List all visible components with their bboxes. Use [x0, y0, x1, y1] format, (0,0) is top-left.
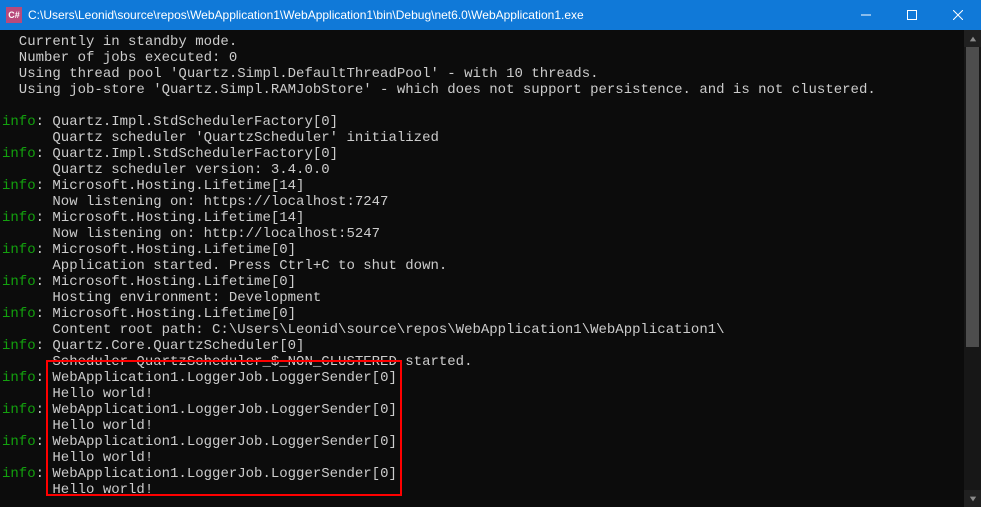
console-line: Using thread pool 'Quartz.Simpl.DefaultT…: [2, 66, 981, 82]
console-line: info: WebApplication1.LoggerJob.LoggerSe…: [2, 402, 981, 418]
window-titlebar: C# C:\Users\Leonid\source\repos\WebAppli…: [0, 0, 981, 30]
console-line: info: Microsoft.Hosting.Lifetime[0]: [2, 274, 981, 290]
console-line: Hello world!: [2, 450, 981, 466]
console-line: Hosting environment: Development: [2, 290, 981, 306]
window-controls: [843, 0, 981, 30]
console-line: Number of jobs executed: 0: [2, 50, 981, 66]
console-line: info: WebApplication1.LoggerJob.LoggerSe…: [2, 466, 981, 482]
console-line: info: Quartz.Impl.StdSchedulerFactory[0]: [2, 146, 981, 162]
console-area[interactable]: Currently in standby mode. Number of job…: [0, 30, 981, 507]
scrollbar[interactable]: [964, 30, 981, 507]
minimize-button[interactable]: [843, 0, 889, 30]
console-line: info: Quartz.Impl.StdSchedulerFactory[0]: [2, 114, 981, 130]
console-line: info: Microsoft.Hosting.Lifetime[14]: [2, 178, 981, 194]
console-line: [2, 98, 981, 114]
scroll-up-arrow-icon[interactable]: [964, 30, 981, 47]
console-line: Using job-store 'Quartz.Simpl.RAMJobStor…: [2, 82, 981, 98]
console-line: Currently in standby mode.: [2, 34, 981, 50]
console-line: Now listening on: https://localhost:7247: [2, 194, 981, 210]
console-line: Hello world!: [2, 386, 981, 402]
console-line: info: Microsoft.Hosting.Lifetime[0]: [2, 242, 981, 258]
scroll-down-arrow-icon[interactable]: [964, 490, 981, 507]
console-line: info: Microsoft.Hosting.Lifetime[0]: [2, 306, 981, 322]
console-line: Hello world!: [2, 482, 981, 498]
console-line: info: Microsoft.Hosting.Lifetime[14]: [2, 210, 981, 226]
console-line: Application started. Press Ctrl+C to shu…: [2, 258, 981, 274]
console-line: Quartz scheduler version: 3.4.0.0: [2, 162, 981, 178]
scrollbar-thumb[interactable]: [966, 47, 979, 347]
app-icon: C#: [6, 7, 22, 23]
console-line: Now listening on: http://localhost:5247: [2, 226, 981, 242]
console-line: Hello world!: [2, 418, 981, 434]
console-line: Scheduler QuartzScheduler_$_NON_CLUSTERE…: [2, 354, 981, 370]
console-line: info: WebApplication1.LoggerJob.LoggerSe…: [2, 434, 981, 450]
console-line: info: WebApplication1.LoggerJob.LoggerSe…: [2, 370, 981, 386]
maximize-button[interactable]: [889, 0, 935, 30]
window-title: C:\Users\Leonid\source\repos\WebApplicat…: [28, 8, 843, 22]
console-line: info: Quartz.Core.QuartzScheduler[0]: [2, 338, 981, 354]
close-button[interactable]: [935, 0, 981, 30]
console-line: Quartz scheduler 'QuartzScheduler' initi…: [2, 130, 981, 146]
console-line: Content root path: C:\Users\Leonid\sourc…: [2, 322, 981, 338]
